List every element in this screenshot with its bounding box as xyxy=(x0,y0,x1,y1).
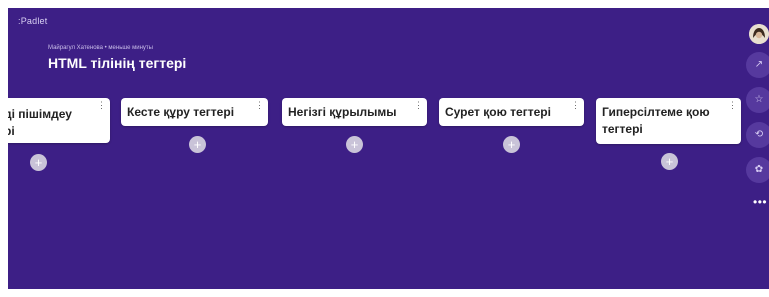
more-options-icon[interactable]: ••• xyxy=(753,196,767,208)
avatar-icon xyxy=(749,24,769,44)
column-header-formatting[interactable]: ді пішімдеу рі ⋮ xyxy=(8,98,110,143)
remake-button[interactable]: ⟲ xyxy=(746,122,769,148)
board-meta: Майрагул Хатенова • меньше минуты xyxy=(48,45,153,51)
user-avatar[interactable] xyxy=(749,24,769,44)
column-header-hyperlink[interactable]: Гиперсілтеме қою тегтері ⋮ xyxy=(596,98,741,144)
column-header-table[interactable]: Кесте құру тегтері ⋮ xyxy=(121,98,268,126)
column-header-image[interactable]: Сурет қою тегтері ⋮ xyxy=(439,98,584,126)
star-icon: ☆ xyxy=(754,94,764,105)
settings-button[interactable]: ✿ xyxy=(746,157,769,183)
add-post-button[interactable]: + xyxy=(346,136,363,153)
add-post-button[interactable]: + xyxy=(30,154,47,171)
add-post-button[interactable]: + xyxy=(189,136,206,153)
add-post-button[interactable]: + xyxy=(661,153,678,170)
share-icon: ↗ xyxy=(754,59,764,70)
board-title: HTML тілінің тегтері xyxy=(48,55,187,71)
padlet-board: :Padlet Майрагул Хатенова • меньше минут… xyxy=(8,8,769,289)
column-title: Сурет қою тегтері xyxy=(445,105,551,119)
column-menu-icon[interactable]: ⋮ xyxy=(97,101,106,110)
column-title: Кесте құру тегтері xyxy=(127,105,235,119)
column-menu-icon[interactable]: ⋮ xyxy=(414,101,423,110)
column-menu-icon[interactable]: ⋮ xyxy=(571,101,580,110)
column-menu-icon[interactable]: ⋮ xyxy=(728,101,737,110)
remake-icon: ⟲ xyxy=(754,129,764,140)
column-menu-icon[interactable]: ⋮ xyxy=(255,101,264,110)
favorite-button[interactable]: ☆ xyxy=(746,87,769,113)
column-title: Негізгі құрылымы xyxy=(288,105,397,119)
padlet-logo[interactable]: :Padlet xyxy=(18,16,47,26)
column-header-structure[interactable]: Негізгі құрылымы ⋮ xyxy=(282,98,427,126)
settings-icon: ✿ xyxy=(754,164,764,175)
column-title: Гиперсілтеме қою тегтері xyxy=(602,105,710,136)
add-post-button[interactable]: + xyxy=(503,136,520,153)
share-button[interactable]: ↗ xyxy=(746,52,769,78)
column-title: ді пішімдеу рі xyxy=(8,107,72,138)
